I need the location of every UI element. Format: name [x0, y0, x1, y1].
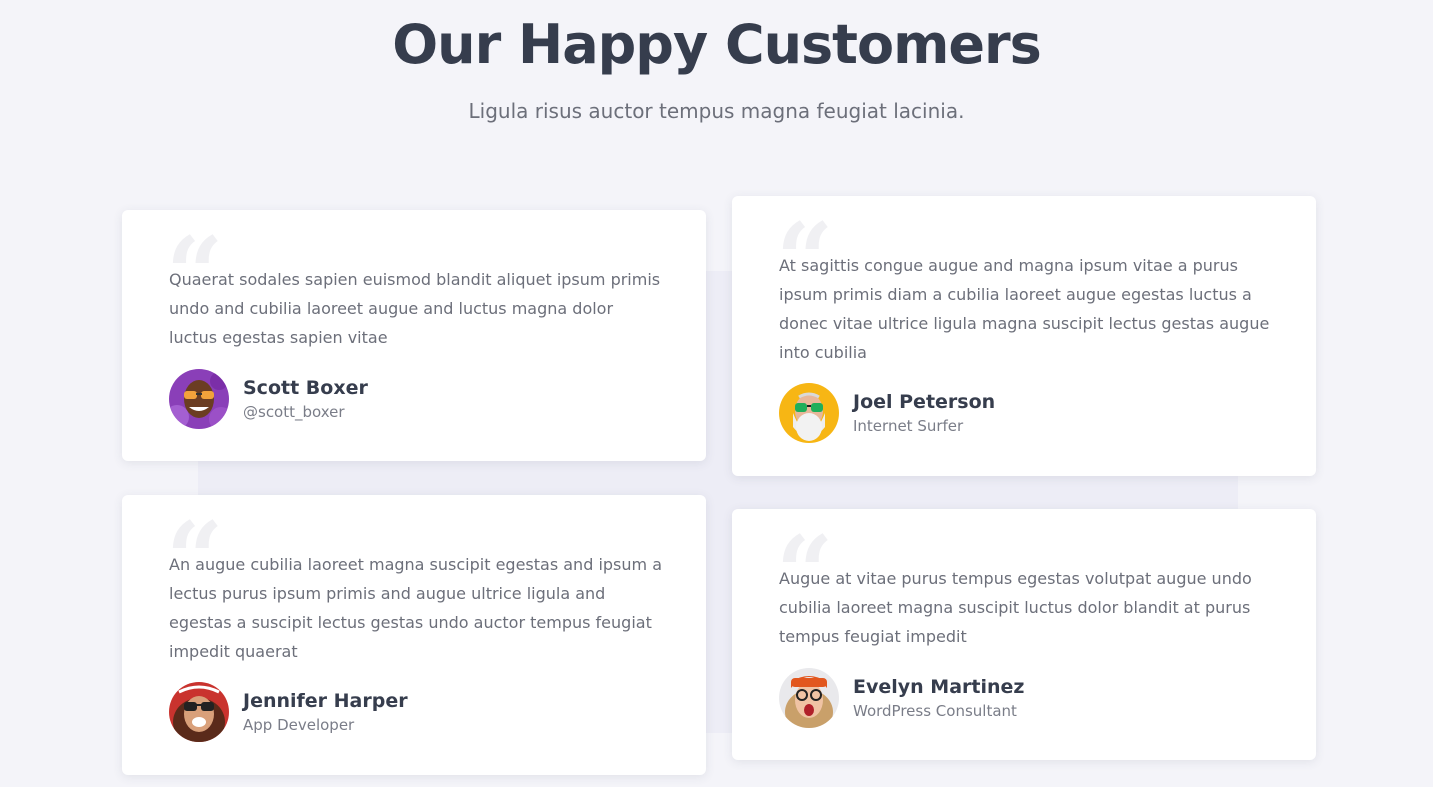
evelyn-martinez-avatar [779, 668, 839, 728]
testimonial-text: Augue at vitae purus tempus egestas volu… [779, 569, 1252, 646]
author-name: Joel Peterson [853, 391, 996, 413]
author-handle: @scott_boxer [243, 403, 345, 421]
author-role: WordPress Consultant [853, 702, 1017, 720]
testimonial-author: Jennifer Harper App Developer [169, 682, 408, 742]
testimonial-author: Scott Boxer @scott_boxer [169, 369, 368, 429]
testimonials-section: Our Happy Customers Ligula risus auctor … [0, 0, 1433, 787]
testimonial-card: “ Augue at vitae purus tempus egestas vo… [732, 509, 1316, 760]
section-subtitle: Ligula risus auctor tempus magna feugiat… [468, 99, 965, 123]
testimonial-text: An augue cubilia laoreet magna suscipit … [169, 555, 662, 661]
testimonial-card: “ At sagittis congue augue and magna ips… [732, 196, 1316, 476]
author-name: Jennifer Harper [243, 690, 408, 712]
author-role: Internet Surfer [853, 417, 964, 435]
testimonial-card: “ An augue cubilia laoreet magna suscipi… [122, 495, 706, 775]
scott-boxer-avatar [169, 369, 229, 429]
author-name: Evelyn Martinez [853, 676, 1025, 698]
testimonial-text: At sagittis congue augue and magna ipsum… [779, 256, 1270, 362]
author-role: App Developer [243, 716, 355, 734]
section-title: Our Happy Customers [392, 13, 1042, 76]
jennifer-harper-avatar [169, 682, 229, 742]
testimonial-author: Joel Peterson Internet Surfer [779, 383, 995, 443]
author-name: Scott Boxer [243, 377, 368, 399]
testimonial-author: Evelyn Martinez WordPress Consultant [779, 668, 1024, 728]
joel-peterson-avatar [779, 383, 839, 443]
testimonial-card: “ Quaerat sodales sapien euismod blandit… [122, 210, 706, 461]
testimonial-text: Quaerat sodales sapien euismod blandit a… [169, 270, 661, 347]
